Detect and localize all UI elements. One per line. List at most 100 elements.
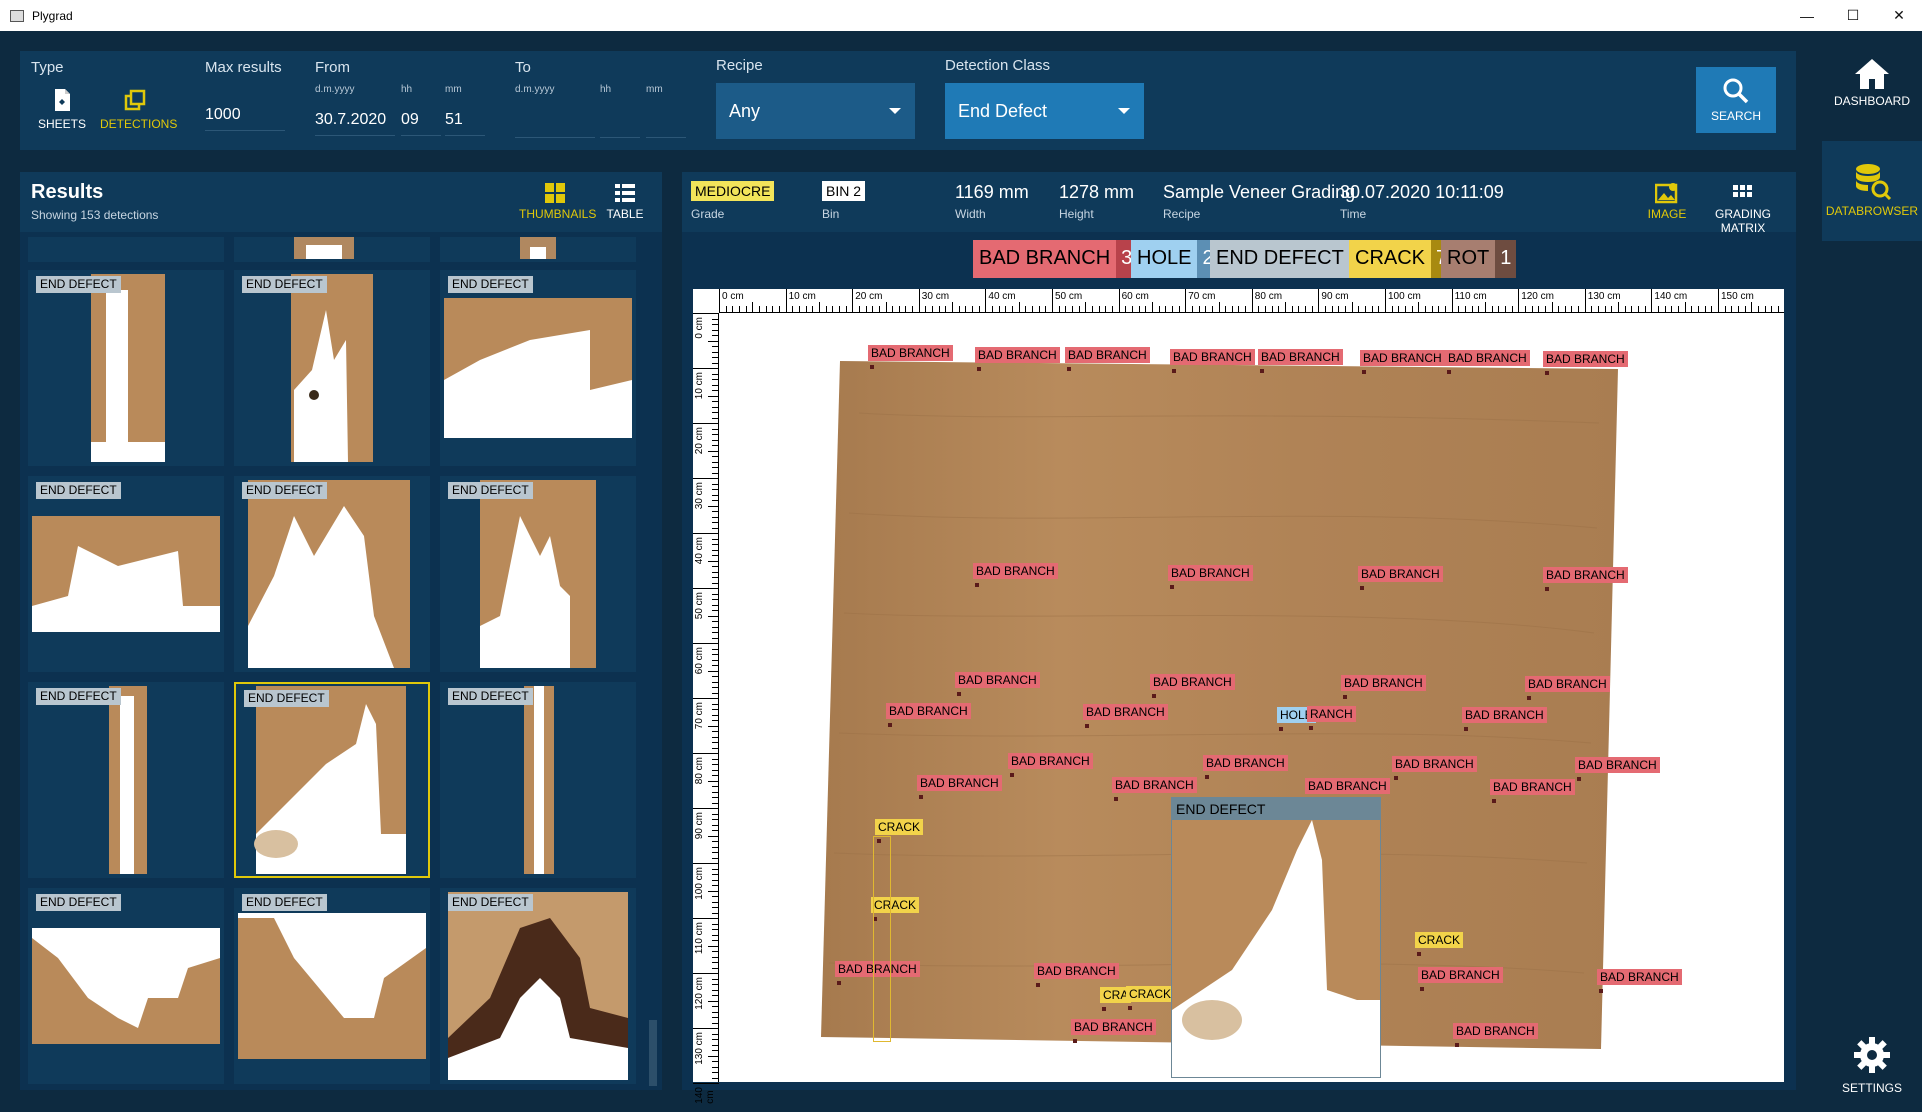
nav-databrowser[interactable]: DATABROWSER <box>1822 141 1922 241</box>
marker-bad-branch[interactable]: BAD BRANCH <box>1008 753 1093 777</box>
thumbnail-card[interactable]: END DEFECT <box>234 270 430 466</box>
marker-bad-branch[interactable]: BAD BRANCH <box>1358 566 1443 590</box>
thumbnail-card[interactable]: END DEFECT <box>440 270 636 466</box>
count-chip-hole[interactable]: HOLE 2 <box>1131 240 1219 278</box>
marker-bad-branch[interactable]: BAD BRANCH <box>1453 1023 1538 1047</box>
thumbnail-card[interactable]: END DEFECT <box>440 682 636 878</box>
ruler-minor-tick <box>712 764 718 765</box>
thumbnail-card[interactable]: END DEFECT <box>234 476 430 672</box>
marker-bad-branch[interactable]: BAD BRANCH <box>1462 707 1547 731</box>
marker-bad-branch[interactable]: BAD BRANCH <box>886 703 971 727</box>
count-chip-rot[interactable]: ROT 1 <box>1441 240 1517 278</box>
end-defect-popup[interactable]: END DEFECT <box>1171 797 1381 1078</box>
ruler-minor-tick <box>712 500 718 501</box>
marker-crack[interactable]: CRACK <box>1415 932 1464 956</box>
marker-crack[interactable]: CRACK <box>1126 986 1175 1010</box>
marker-bad-branch[interactable]: BAD BRANCH <box>1305 778 1390 802</box>
thumbnail-card[interactable]: END DEFECT <box>440 476 636 672</box>
thumbnail-card-selected[interactable]: END DEFECT <box>234 682 430 878</box>
thumbnail-card[interactable]: END DEFECT <box>28 476 224 672</box>
thumbnail-card[interactable]: END DEFECT <box>234 888 430 1084</box>
marker-bad-branch[interactable]: BAD BRANCH <box>1168 565 1253 589</box>
marker-bad-branch[interactable]: BAD BRANCH <box>1445 350 1530 374</box>
count-chip-bad-branch[interactable]: BAD BRANCH 36 <box>973 240 1149 278</box>
marker-bad-branch[interactable]: BAD BRANCH <box>1170 349 1255 373</box>
marker-bad-branch[interactable]: BAD BRANCH <box>1543 567 1628 591</box>
from-date-input[interactable]: 30.7.2020 <box>315 111 395 136</box>
max-results-input[interactable]: 1000 <box>205 106 285 131</box>
marker-bad-branch[interactable]: BAD BRANCH <box>1150 674 1235 698</box>
ruler-minor-tick <box>712 593 718 595</box>
marker-bad-branch[interactable]: BAD BRANCH <box>917 775 1002 799</box>
ruler-minor-tick <box>972 306 974 312</box>
marker-bad-branch[interactable]: BAD BRANCH <box>1258 349 1343 373</box>
marker-bad-branch[interactable]: BAD BRANCH <box>1543 351 1628 375</box>
ruler-minor-tick <box>992 306 994 312</box>
thumbnail-card[interactable]: END DEFECT <box>440 888 636 1084</box>
marker-bad-branch[interactable]: BAD BRANCH <box>975 347 1060 371</box>
thumbnail-partial[interactable] <box>28 237 224 262</box>
marker-bad-branch[interactable]: BAD BRANCH <box>1203 755 1288 779</box>
ruler-minor-tick <box>712 494 718 496</box>
view-grading-matrix-button[interactable]: GRADING MATRIX <box>1696 182 1790 235</box>
detection-class-dropdown[interactable]: End Defect <box>945 83 1144 139</box>
thumbnail-card[interactable]: END DEFECT <box>28 682 224 878</box>
ruler-minor-tick <box>1211 306 1213 312</box>
thumbnail-partial[interactable] <box>440 237 636 262</box>
marker-bad-branch[interactable]: BAD BRANCH <box>973 563 1058 587</box>
bin-badge: BIN 2 <box>822 181 866 201</box>
close-button[interactable]: ✕ <box>1876 0 1922 31</box>
count-chip-end-defect[interactable]: END DEFECT 1 <box>1210 240 1371 278</box>
marker-bad-branch[interactable]: BAD BRANCH <box>1418 967 1503 991</box>
from-mm-input[interactable]: 51 <box>445 111 485 136</box>
thumbnail-card[interactable]: END DEFECT <box>28 270 224 466</box>
minimize-button[interactable]: — <box>1784 0 1830 31</box>
search-icon <box>1723 78 1749 104</box>
ruler-minor-tick <box>712 538 718 540</box>
recipe-dropdown[interactable]: Any <box>716 83 915 139</box>
ruler-minor-tick <box>712 417 718 419</box>
ruler-minor-tick <box>892 306 894 312</box>
detections-button[interactable]: DETECTIONS <box>100 88 177 131</box>
marker-bad-branch[interactable]: BAD BRANCH <box>1034 963 1119 987</box>
nav-dashboard[interactable]: DASHBOARD <box>1822 55 1922 135</box>
results-scrollbar[interactable] <box>649 1020 657 1086</box>
marker-bad-branch[interactable]: BAD BRANCH <box>1341 675 1426 699</box>
recipe-value: Sample Veneer Grading <box>1163 182 1356 202</box>
marker-bad-branch[interactable]: BAD BRANCH <box>955 672 1040 696</box>
marker-bad-branch[interactable]: RANCH <box>1307 706 1356 730</box>
thumbnail-tag: END DEFECT <box>242 894 327 911</box>
view-table-button[interactable]: TABLE <box>603 182 647 221</box>
sheets-button[interactable]: SHEETS <box>36 88 88 131</box>
marker-crack[interactable]: CRACK <box>875 819 924 843</box>
search-button[interactable]: SEARCH <box>1696 67 1776 133</box>
maximize-button[interactable]: ☐ <box>1830 0 1876 31</box>
marker-bad-branch[interactable]: BAD BRANCH <box>1490 779 1575 803</box>
thumbnail-card[interactable]: END DEFECT <box>28 888 224 1084</box>
ruler-minor-tick <box>708 670 718 672</box>
thumbnail-partial[interactable] <box>234 237 430 262</box>
marker-bad-branch[interactable]: BAD BRANCH <box>1575 757 1660 781</box>
count-chip-crack[interactable]: CRACK 7 <box>1349 240 1453 278</box>
view-thumbnails-button[interactable]: THUMBNAILS <box>519 182 596 221</box>
ruler-minor-tick <box>1138 306 1140 312</box>
to-mm-input[interactable] <box>646 111 686 138</box>
marker-bad-branch[interactable]: BAD BRANCH <box>1525 676 1610 700</box>
from-hh-input[interactable]: 09 <box>401 111 441 136</box>
marker-bad-branch[interactable]: BAD BRANCH <box>1071 1019 1156 1043</box>
ruler-minor-tick <box>1658 306 1660 312</box>
ruler-minor-tick <box>712 544 718 545</box>
ruler-minor-tick <box>712 830 718 831</box>
marker-bad-branch[interactable]: BAD BRANCH <box>1112 777 1197 801</box>
nav-settings[interactable]: SETTINGS <box>1822 1035 1922 1105</box>
marker-bad-branch[interactable]: BAD BRANCH <box>1392 756 1477 780</box>
to-date-input[interactable] <box>515 111 595 138</box>
marker-bad-branch[interactable]: BAD BRANCH <box>1083 704 1168 728</box>
marker-bad-branch[interactable]: BAD BRANCH <box>1597 969 1682 993</box>
view-image-button[interactable]: IMAGE <box>1646 182 1688 221</box>
to-hh-input[interactable] <box>600 111 640 138</box>
marker-bad-branch[interactable]: BAD BRANCH <box>868 345 953 369</box>
marker-bad-branch[interactable]: BAD BRANCH <box>1065 347 1150 371</box>
marker-bad-branch[interactable]: BAD BRANCH <box>1360 350 1445 374</box>
ruler-minor-tick <box>712 483 718 485</box>
